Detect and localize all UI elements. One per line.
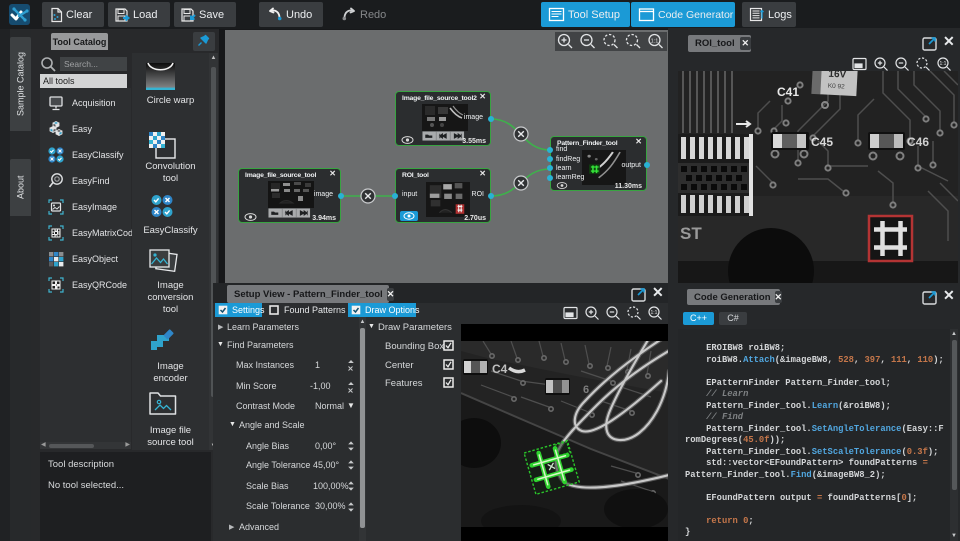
svg-text:C4: C4 xyxy=(492,362,508,376)
svg-text:6: 6 xyxy=(583,384,589,396)
svg-text:16V: 16V xyxy=(828,71,847,81)
svg-text:C45: C45 xyxy=(811,135,833,149)
svg-text:1:1: 1:1 xyxy=(651,38,659,44)
svg-text:1:1: 1:1 xyxy=(940,61,947,67)
svg-text:K0 92: K0 92 xyxy=(828,83,846,91)
svg-text:ST: ST xyxy=(680,224,702,243)
svg-text:C46: C46 xyxy=(907,135,929,149)
svg-text:C41: C41 xyxy=(777,85,799,99)
svg-text:1:1: 1:1 xyxy=(651,310,658,316)
